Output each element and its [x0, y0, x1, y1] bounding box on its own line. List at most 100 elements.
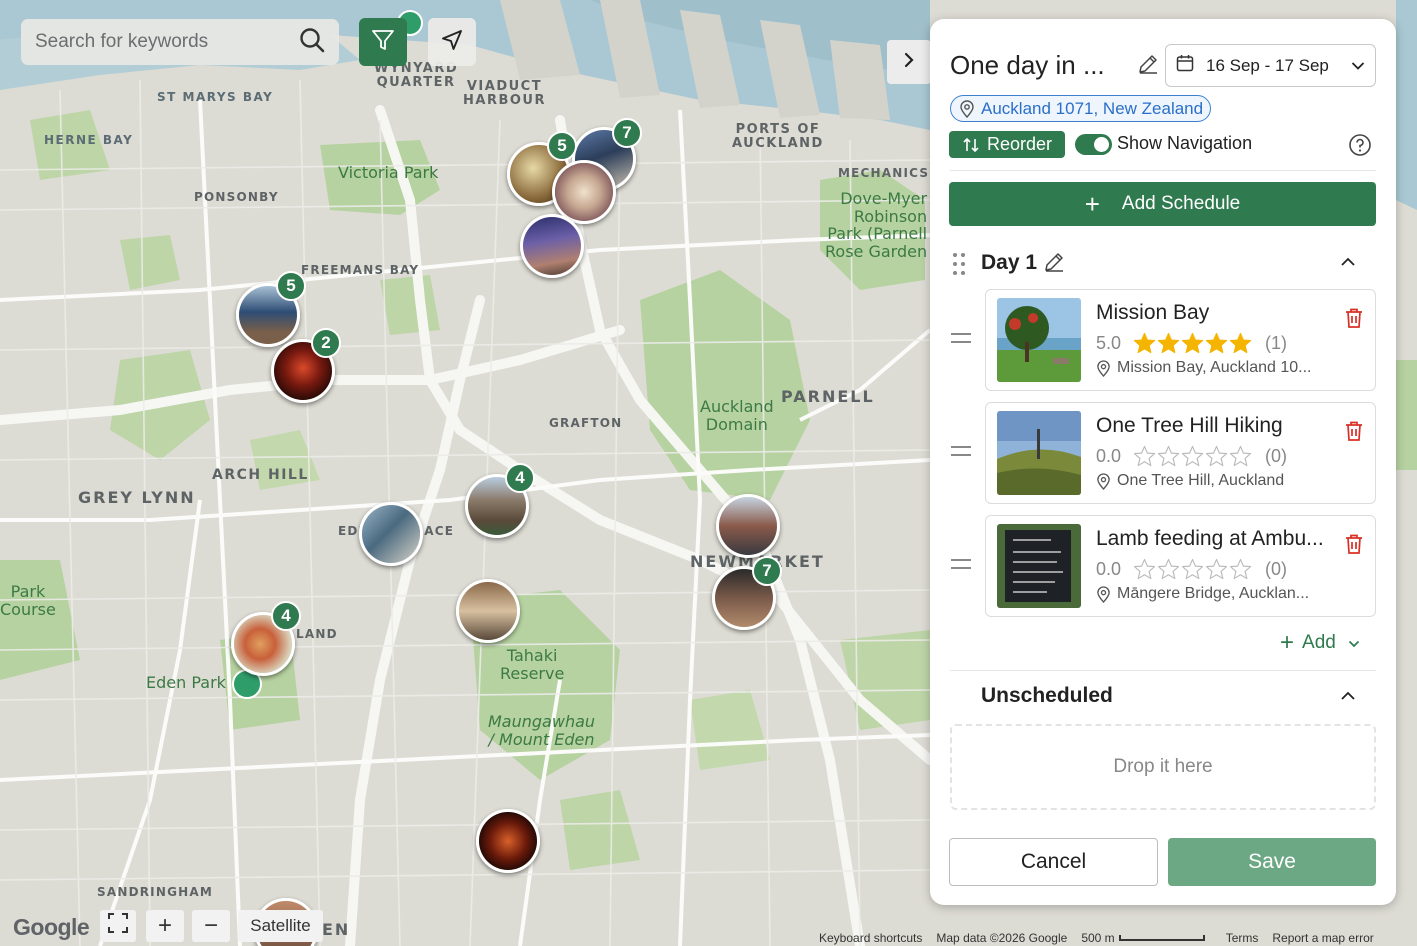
cancel-button[interactable]: Cancel — [949, 838, 1158, 886]
map-label-sandringham: SANDRINGHAM — [97, 885, 214, 899]
cluster-count-badge[interactable]: 5 — [276, 271, 306, 301]
place-name: Mission Bay — [1096, 301, 1210, 324]
delete-trash-icon[interactable] — [1345, 421, 1363, 446]
map-photo-marker[interactable] — [552, 160, 616, 224]
location-text: Auckland 1071, New Zealand — [981, 98, 1204, 118]
zoom-in-button[interactable]: + — [146, 910, 184, 942]
cluster-count-badge[interactable]: 7 — [752, 556, 782, 586]
place-name: One Tree Hill Hiking — [1096, 414, 1283, 437]
add-item-button[interactable]: + Add — [1280, 631, 1360, 655]
search-input[interactable] — [35, 31, 299, 53]
map-label-mount-eden: Maungawhau / Mount Eden — [488, 712, 596, 749]
google-logo: Google — [13, 914, 90, 940]
cluster-count-badge[interactable]: 4 — [271, 601, 301, 631]
reorder-button[interactable]: Reorder — [949, 131, 1065, 158]
plus-icon: + — [1084, 189, 1100, 219]
map-label-park-course: Park Course — [0, 582, 56, 619]
place-rating: 0.0 (0) — [1096, 558, 1287, 580]
unscheduled-dropzone[interactable]: Drop it here — [950, 724, 1376, 810]
map-label-freemans-bay: FREEMANS BAY — [301, 263, 420, 277]
my-location-button[interactable] — [428, 18, 476, 66]
itinerary-panel: One day in ... 16 Sep - 17 Sep Auckland … — [930, 19, 1396, 905]
date-range-picker[interactable]: 16 Sep - 17 Sep — [1165, 44, 1376, 87]
scale-label: 500 m — [1081, 931, 1211, 945]
map-label-herne-bay: HERNE BAY — [44, 133, 134, 147]
map-label-victoria-park: Victoria Park — [338, 163, 439, 182]
save-button[interactable]: Save — [1168, 838, 1376, 886]
satellite-toggle-button[interactable]: Satellite — [238, 910, 323, 942]
plus-icon: + — [1280, 629, 1295, 656]
delete-trash-icon[interactable] — [1345, 308, 1363, 333]
star-rating-icon — [1133, 445, 1253, 467]
day-title: Day 1 — [981, 251, 1038, 274]
review-count: (0) — [1265, 558, 1288, 579]
map-label-viaduct: VIADUCT HARBOUR — [463, 79, 546, 109]
map-photo-marker[interactable] — [520, 214, 584, 278]
collapse-panel-button[interactable] — [887, 40, 931, 84]
map-label-tahaki: Tahaki Reserve — [500, 646, 565, 683]
reorder-grip-icon[interactable] — [950, 557, 972, 575]
location-pin-icon — [1097, 359, 1110, 377]
schedule-item[interactable]: Lamb feeding at Ambu... 0.0 (0) Māngere … — [950, 515, 1376, 617]
show-navigation-toggle[interactable] — [1075, 134, 1112, 155]
cluster-count-badge[interactable]: 2 — [311, 328, 341, 358]
schedule-item[interactable]: Mission Bay 5.0 (1) Mission Bay, Aucklan… — [950, 289, 1376, 391]
keyboard-shortcuts-link[interactable]: Keyboard shortcuts — [819, 931, 922, 945]
cluster-count-badge[interactable]: 5 — [547, 131, 577, 161]
chevron-up-icon[interactable] — [1340, 689, 1356, 707]
map-label-grafton: GRAFTON — [549, 416, 623, 430]
map-data-text: Map data ©2026 Google — [936, 930, 1068, 945]
divider — [950, 670, 1376, 671]
terms-link[interactable]: Terms — [1226, 931, 1259, 945]
place-rating: 0.0 (0) — [1096, 445, 1287, 467]
report-map-error-link[interactable]: Report a map error — [1272, 931, 1373, 945]
map-photo-marker[interactable] — [716, 494, 780, 558]
filter-button[interactable] — [359, 18, 407, 66]
rating-score: 0.0 — [1096, 445, 1122, 466]
cluster-count-badge[interactable]: 7 — [612, 118, 642, 148]
search-icon[interactable] — [299, 27, 325, 58]
edit-day-icon[interactable] — [1043, 251, 1065, 278]
location-pin-icon — [960, 99, 974, 118]
reorder-grip-icon[interactable] — [950, 331, 972, 349]
map-label-ponsonby: PONSONBY — [194, 190, 279, 204]
map-label-en-suffix: EN — [322, 920, 351, 939]
trip-title: One day in ... — [950, 50, 1105, 80]
add-schedule-button[interactable]: + Add Schedule — [949, 182, 1376, 226]
map-photo-marker[interactable] — [359, 502, 423, 566]
map-label-grey-lynn: GREY LYNN — [78, 488, 196, 507]
sort-arrows-icon — [963, 137, 979, 152]
filter-icon — [370, 27, 396, 58]
place-card[interactable]: One Tree Hill Hiking 0.0 (0) One Tree Hi… — [985, 402, 1376, 504]
delete-trash-icon[interactable] — [1345, 534, 1363, 559]
location-chip[interactable]: Auckland 1071, New Zealand — [950, 95, 1212, 122]
map-label-dove-myer: Dove-Myer Robinson Park (Parnell Rose Ga… — [825, 189, 928, 261]
star-rating-icon — [1133, 558, 1253, 580]
place-address: One Tree Hill, Auckland — [1096, 472, 1284, 490]
chevron-up-icon[interactable] — [1340, 255, 1356, 273]
place-address: Mission Bay, Auckland 10... — [1096, 359, 1311, 377]
map-photo-marker[interactable] — [456, 579, 520, 643]
cluster-count-badge[interactable]: 4 — [505, 463, 535, 493]
schedule-item[interactable]: One Tree Hill Hiking 0.0 (0) One Tree Hi… — [950, 402, 1376, 504]
search-bar[interactable] — [21, 19, 339, 65]
map-attribution: Keyboard shortcuts Map data ©2026 Google… — [812, 929, 1417, 946]
add-schedule-label: Add Schedule — [1121, 193, 1241, 214]
zoom-out-button[interactable]: − — [192, 910, 230, 942]
place-card[interactable]: Mission Bay 5.0 (1) Mission Bay, Aucklan… — [985, 289, 1376, 391]
map-label-eden-park: Eden Park — [146, 673, 226, 692]
help-icon[interactable] — [1348, 133, 1372, 162]
reorder-grip-icon[interactable] — [950, 444, 972, 462]
fullscreen-button[interactable] — [100, 910, 136, 942]
place-card[interactable]: Lamb feeding at Ambu... 0.0 (0) Māngere … — [985, 515, 1376, 617]
map-label-parnell: PARNELL — [781, 387, 875, 406]
chevron-down-icon — [1351, 56, 1365, 76]
map-label-st-marys-bay: ST MARYS BAY — [157, 90, 274, 104]
navigation-arrow-icon — [440, 28, 464, 57]
map-photo-marker[interactable] — [476, 809, 540, 873]
star-rating-icon — [1133, 332, 1253, 354]
divider — [950, 170, 1376, 171]
drag-handle-icon[interactable] — [952, 252, 966, 281]
map-label-ports: PORTS OF AUCKLAND — [732, 122, 824, 152]
edit-title-icon[interactable] — [1137, 53, 1159, 80]
